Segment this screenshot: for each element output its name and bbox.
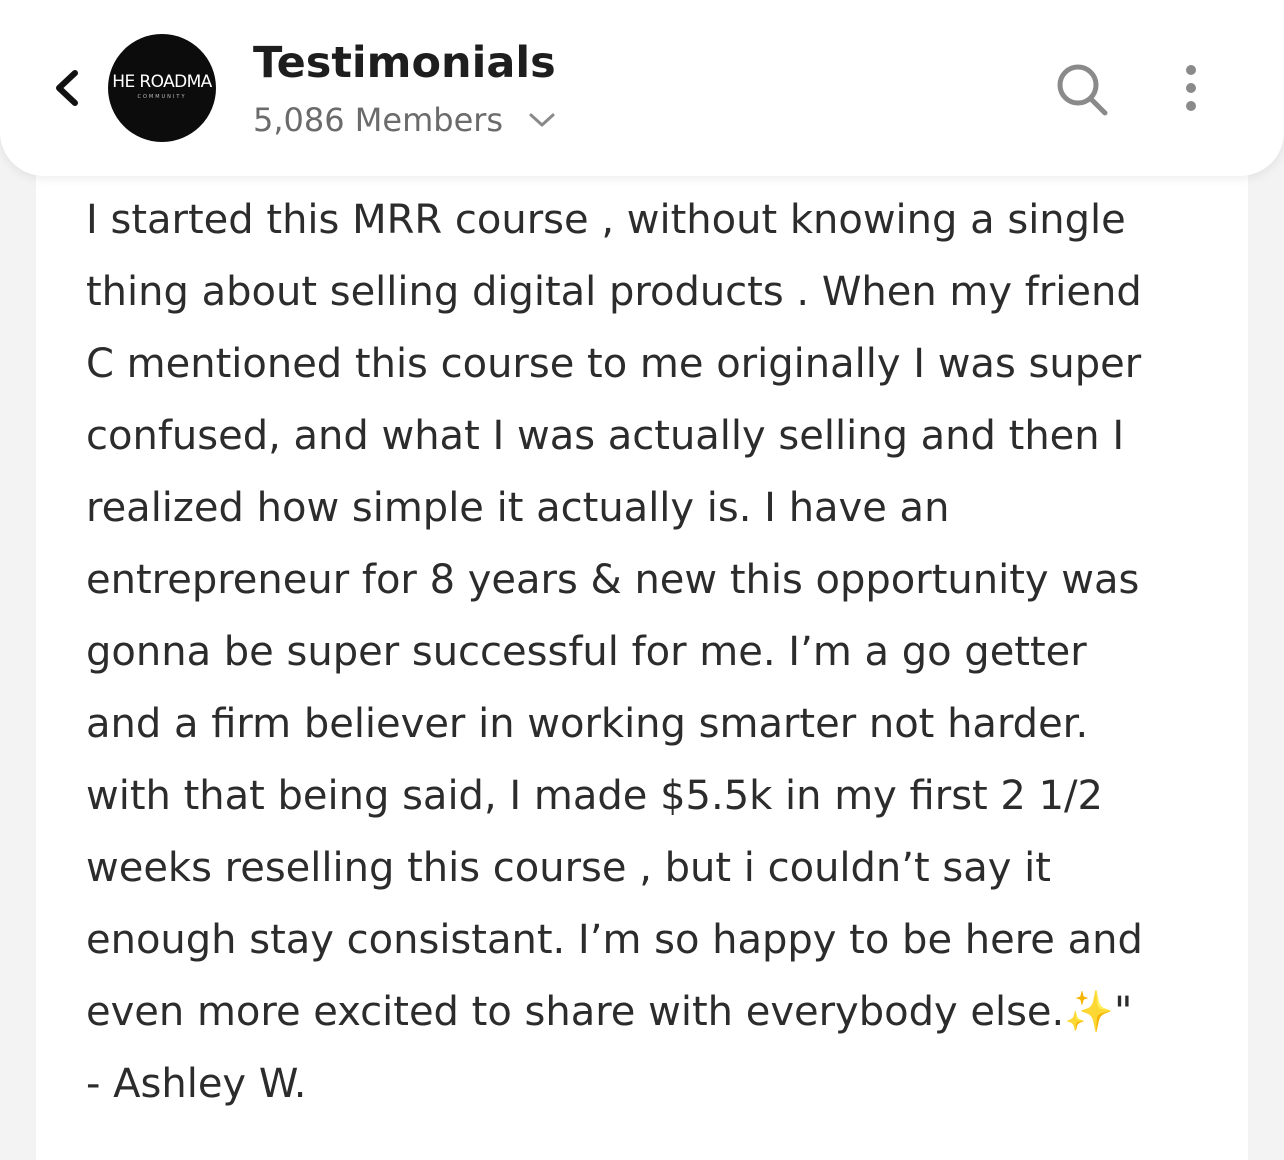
testimonial-line: weeks reselling this course , but i coul… [86,845,1051,891]
avatar-logo-subtext: COMMUNITY [137,94,187,100]
search-button[interactable] [1054,60,1110,118]
testimonial-line: thing about selling digital products . W… [86,269,1142,315]
members-count: 5,086 Members [253,101,504,139]
group-title[interactable]: Testimonials [253,38,556,88]
testimonial-line: even more excited to share with everybod… [86,989,1133,1035]
testimonial-line: confused, and what I was actually sellin… [86,413,1125,459]
group-avatar[interactable]: HE ROADMA COMMUNITY [108,34,216,142]
testimonial-line: and a firm believer in working smarter n… [86,701,1089,747]
chevron-left-icon [56,70,78,106]
testimonial-line: C mentioned this course to me originally… [86,341,1142,387]
testimonial-line: I started this MRR course , without know… [86,197,1126,243]
back-button[interactable] [48,64,84,112]
testimonial-line: gonna be super successful for me. I’m a … [86,629,1087,675]
testimonial-text: I started this MRR course , without know… [86,184,1246,1120]
chat-header: HE ROADMA COMMUNITY Testimonials 5,086 M… [0,0,1284,176]
chevron-down-icon [529,113,555,127]
testimonial-line: entrepreneur for 8 years & new this oppo… [86,557,1140,603]
avatar-logo-text: HE ROADMA [112,72,212,92]
testimonial-line: with that being said, I made $5.5k in my… [86,773,1103,819]
testimonial-line: realized how simple it actually is. I ha… [86,485,950,531]
search-icon [1057,64,1108,116]
members-dropdown[interactable]: 5,086 Members [253,100,557,140]
testimonial-line: enough stay consistant. I’m so happy to … [86,917,1143,963]
testimonial-author: - Ashley W. [86,1061,307,1107]
more-vertical-icon [1186,65,1196,111]
more-options-button[interactable] [1174,62,1208,114]
